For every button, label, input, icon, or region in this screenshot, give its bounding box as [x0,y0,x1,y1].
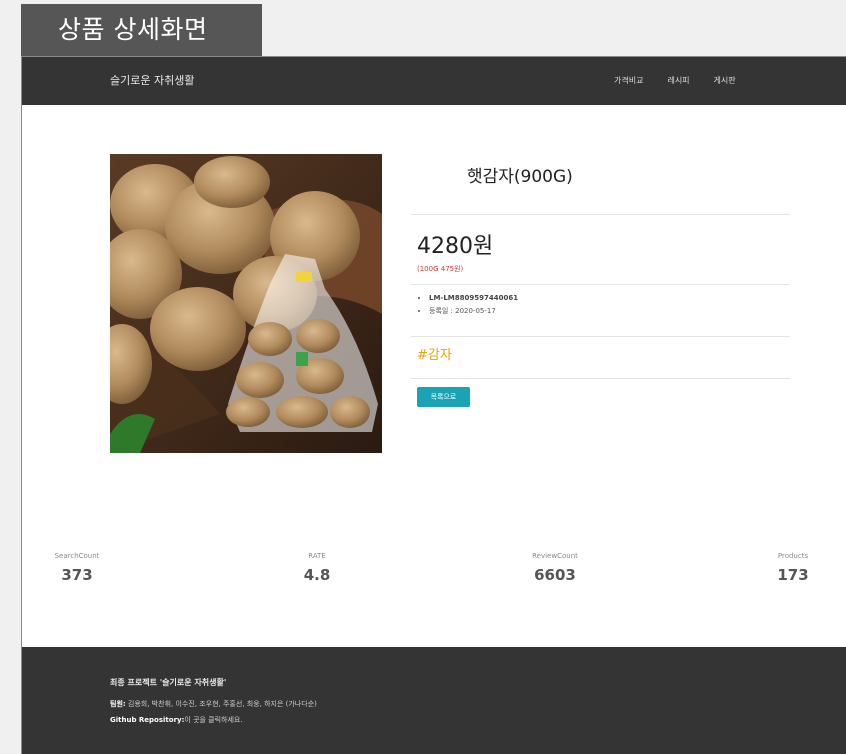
divider [411,336,790,337]
footer-repo: Github Repository:이 곳을 클릭하세요. [110,715,243,725]
product-meta-list: LM-LM8809597440061 등록일 : 2020-05-17 [429,294,518,320]
stat-value: 6603 [534,566,576,584]
divider [411,214,790,215]
stat-label: RATE [308,552,326,560]
unit-price: (100G 475원) [417,265,464,273]
nav-link-price-compare[interactable]: 가격비교 [614,57,643,105]
stat-search-count: SearchCount 373 [22,552,132,584]
navbar: 슬기로운 자취생활 가격비교 레시피 게시판 [22,57,846,105]
stat-value: 373 [61,566,93,584]
nav-links: 가격비교 레시피 게시판 [614,57,760,105]
divider [411,284,790,285]
divider [411,378,790,379]
footer-team-label: 팀원: [110,700,126,708]
nav-link-board[interactable]: 게시판 [714,57,736,105]
stat-label: SearchCount [54,552,100,560]
nav-link-recipe[interactable]: 레시피 [667,57,689,105]
brand-link[interactable]: 슬기로운 자취생활 [110,57,194,105]
product-image [110,154,382,453]
product-code: LM-LM8809597440061 [429,294,518,302]
stats-bar: SearchCount 373 RATE 4.8 ReviewCount 660… [22,552,846,602]
stat-label: ReviewCount [532,552,578,560]
stat-review-count: ReviewCount 6603 [500,552,610,584]
browser-frame: 슬기로운 자취생활 가격비교 레시피 게시판 햇감자(900G) 4280원 (… [21,56,846,754]
footer: 최종 프로젝트 '슬기로운 자취생활' 팀원: 김용희, 박찬휘, 이수진, 조… [22,647,846,754]
footer-team-members: 김용희, 박찬휘, 이수진, 조우현, 주홍선, 최웅, 하지은 (가나다순) [125,700,317,708]
stat-value: 173 [777,566,809,584]
footer-title: 최종 프로젝트 '슬기로운 자취생활' [110,678,227,687]
page-title: 상품 상세화면 [21,4,262,56]
product-price: 4280원 [417,234,494,259]
stat-products: Products 173 [738,552,846,584]
footer-repo-link[interactable]: 이 곳을 클릭하세요. [184,716,242,724]
product-name: 햇감자(900G) [467,167,573,187]
back-to-list-button[interactable]: 목록으로 [417,387,470,407]
footer-repo-label: Github Repository: [110,716,185,724]
footer-team: 팀원: 김용희, 박찬휘, 이수진, 조우현, 주홍선, 최웅, 하지은 (가나… [110,699,317,709]
registration-date: 등록일 : 2020-05-17 [429,306,518,316]
product-tag[interactable]: #감자 [417,344,452,363]
stat-rate: RATE 4.8 [262,552,372,584]
stat-label: Products [777,552,809,560]
stat-value: 4.8 [303,566,331,584]
